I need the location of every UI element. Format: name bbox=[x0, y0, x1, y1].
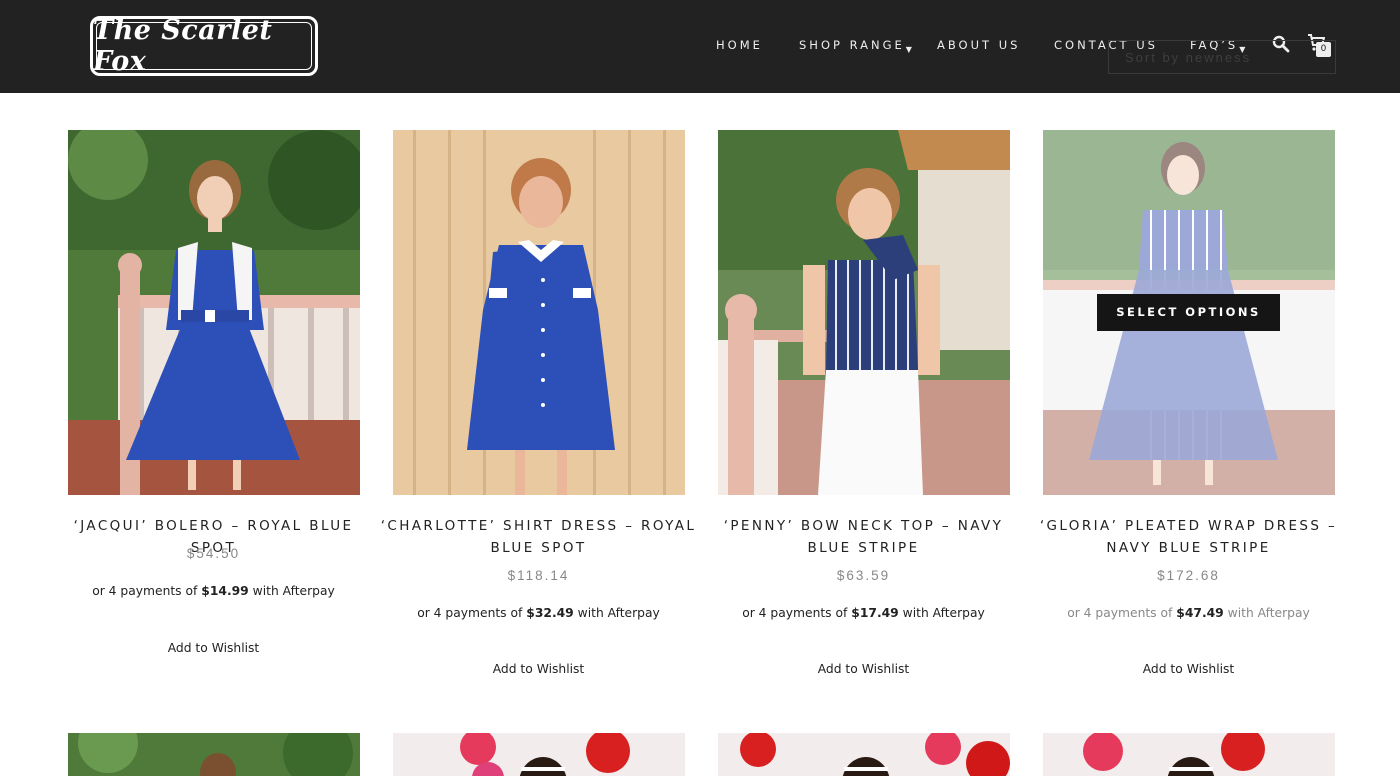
product-price: $118.14 bbox=[507, 568, 570, 583]
afterpay-text: or 4 payments of $17.49 with Afterpay bbox=[701, 606, 1026, 620]
product-image[interactable] bbox=[718, 130, 1010, 495]
product-photo bbox=[1043, 733, 1335, 776]
afterpay-prefix: or 4 payments of bbox=[92, 584, 198, 598]
product-price: $172.68 bbox=[1157, 568, 1220, 583]
product-image[interactable] bbox=[718, 733, 1010, 776]
select-options-button[interactable]: SELECT OPTIONS bbox=[1097, 294, 1280, 331]
product-price: $63.59 bbox=[836, 568, 891, 583]
afterpay-text: or 4 payments of $32.49 with Afterpay bbox=[376, 606, 701, 620]
afterpay-amount: $32.49 bbox=[526, 606, 574, 620]
nav-about-us-label: ABOUT US bbox=[937, 38, 1021, 52]
nav-shop-range-label: SHOP RANGE bbox=[799, 38, 905, 52]
add-to-wishlist-link[interactable]: Add to Wishlist bbox=[1026, 662, 1351, 676]
product-image[interactable]: SELECT OPTIONS bbox=[1043, 130, 1335, 495]
afterpay-amount: $14.99 bbox=[201, 584, 249, 598]
product-photo bbox=[718, 130, 1010, 495]
add-to-wishlist-link[interactable]: Add to Wishlist bbox=[701, 662, 1026, 676]
product-image[interactable] bbox=[1043, 733, 1335, 776]
product-image[interactable] bbox=[68, 130, 360, 495]
product-photo bbox=[68, 130, 360, 495]
product-photo bbox=[68, 733, 360, 776]
afterpay-amount: $47.49 bbox=[1176, 606, 1224, 620]
afterpay-text: or 4 payments of $47.49 with Afterpay bbox=[1026, 606, 1351, 620]
afterpay-prefix: or 4 payments of bbox=[1067, 606, 1173, 620]
afterpay-prefix: or 4 payments of bbox=[742, 606, 848, 620]
caret-down-icon: ▼ bbox=[905, 45, 912, 54]
add-to-wishlist-link[interactable]: Add to Wishlist bbox=[51, 641, 376, 655]
afterpay-prefix: or 4 payments of bbox=[417, 606, 523, 620]
product-price: $54.50 bbox=[186, 546, 241, 561]
sort-select[interactable]: Sort by newness bbox=[1108, 40, 1336, 74]
product-title[interactable]: ‘CHARLOTTE’ SHIRT DRESS – ROYAL BLUE SPO… bbox=[376, 515, 701, 559]
nav-about-us[interactable]: ABOUT US bbox=[937, 38, 1020, 52]
product-title[interactable]: ‘PENNY’ BOW NECK TOP – NAVY BLUE STRIPE bbox=[701, 515, 1026, 559]
nav-shop-range[interactable]: SHOP RANGE▼ bbox=[799, 38, 912, 54]
product-image[interactable] bbox=[68, 733, 360, 776]
afterpay-suffix: with Afterpay bbox=[902, 606, 985, 620]
product-photo bbox=[393, 130, 685, 495]
product-image[interactable] bbox=[393, 733, 685, 776]
nav-home[interactable]: HOME bbox=[716, 38, 763, 52]
afterpay-suffix: with Afterpay bbox=[1227, 606, 1310, 620]
add-to-wishlist-link[interactable]: Add to Wishlist bbox=[376, 662, 701, 676]
product-image[interactable] bbox=[393, 130, 685, 495]
afterpay-text: or 4 payments of $14.99 with Afterpay bbox=[51, 584, 376, 598]
afterpay-suffix: with Afterpay bbox=[252, 584, 335, 598]
nav-home-label: HOME bbox=[716, 38, 763, 52]
product-title[interactable]: ‘GLORIA’ PLEATED WRAP DRESS – NAVY BLUE … bbox=[1026, 515, 1351, 559]
product-photo bbox=[393, 733, 685, 776]
product-photo bbox=[718, 733, 1010, 776]
afterpay-amount: $17.49 bbox=[851, 606, 899, 620]
afterpay-suffix: with Afterpay bbox=[577, 606, 660, 620]
